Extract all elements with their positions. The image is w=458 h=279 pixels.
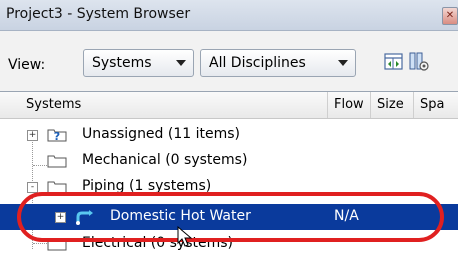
autofit-columns-icon[interactable] — [383, 51, 405, 73]
folder-icon — [47, 238, 67, 251]
systems-dropdown[interactable]: Systems — [83, 49, 194, 77]
title-bar: Project3 - System Browser ✕ — [0, 0, 458, 31]
tree-item-label: Mechanical (0 systems) — [82, 152, 248, 168]
tree-row-piping[interactable]: - Piping (1 systems) — [0, 174, 458, 200]
systems-dropdown-value: Systems — [92, 55, 152, 71]
chevron-down-icon — [176, 60, 186, 66]
folder-icon — [47, 181, 67, 194]
tree-row-unassigned[interactable]: + ? Unassigned (11 items) — [0, 122, 458, 148]
svg-text:?: ? — [54, 130, 60, 142]
tree-row-mechanical[interactable]: Mechanical (0 systems) — [0, 148, 458, 174]
tree-item-label: Unassigned (11 items) — [82, 126, 240, 142]
close-icon: ✕ — [445, 10, 455, 21]
window-title: Project3 - System Browser — [6, 6, 191, 22]
chevron-down-icon — [338, 60, 348, 66]
tree-item-label: Piping (1 systems) — [82, 178, 212, 194]
unassigned-folder-icon: ? — [47, 129, 67, 142]
disciplines-dropdown[interactable]: All Disciplines — [200, 49, 356, 77]
tree-row-electrical[interactable]: Electrical (0 systems) — [0, 231, 458, 257]
column-header-flow[interactable]: Flow — [328, 92, 371, 118]
tree-item-label: Domestic Hot Water — [110, 208, 251, 224]
close-button[interactable]: ✕ — [442, 7, 458, 25]
expand-icon[interactable]: + — [27, 130, 38, 141]
column-header-systems[interactable]: Systems — [20, 92, 328, 118]
column-settings-icon[interactable] — [408, 51, 430, 73]
tree-row-domestic-hot-water[interactable]: + Domestic Hot Water N/A — [0, 204, 458, 230]
expand-icon[interactable]: + — [55, 212, 66, 223]
column-header-size[interactable]: Size — [371, 92, 414, 118]
view-label: View: — [8, 57, 46, 73]
disciplines-dropdown-value: All Disciplines — [209, 55, 306, 71]
column-header-row: Systems Flow Size Spa — [0, 92, 458, 119]
collapse-icon[interactable]: - — [27, 182, 38, 193]
mouse-cursor-icon — [177, 226, 193, 247]
piping-system-icon — [76, 210, 93, 225]
column-header-space[interactable]: Spa — [414, 92, 458, 118]
flow-cell: N/A — [334, 208, 359, 224]
folder-icon — [47, 155, 67, 168]
tree-item-label: Electrical (0 systems) — [82, 235, 233, 251]
